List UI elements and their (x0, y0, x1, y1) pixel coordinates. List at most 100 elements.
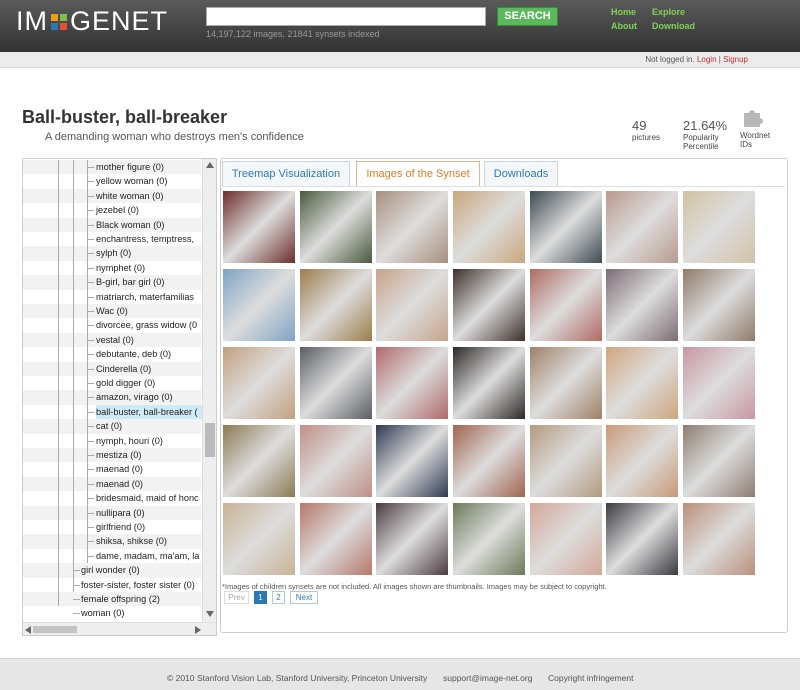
synset-image-thumbnail[interactable] (376, 425, 448, 497)
synset-image-thumbnail[interactable] (376, 269, 448, 341)
synset-image-thumbnail[interactable] (683, 425, 755, 497)
synset-image-thumbnail[interactable] (453, 347, 525, 419)
tree-item[interactable]: sylph (0) (96, 246, 131, 260)
tree-item[interactable]: foster-sister, foster sister (0) (81, 578, 195, 592)
synset-image-thumbnail[interactable] (376, 191, 448, 263)
page-1-button[interactable]: 1 (254, 591, 267, 604)
tree-item[interactable]: vestal (0) (96, 333, 134, 347)
tree-item[interactable]: amazon, virago (0) (96, 390, 173, 404)
tree-item[interactable]: nullipara (0) (96, 506, 145, 520)
footer-email-link[interactable]: support@image-net.org (443, 673, 532, 683)
nav-about-link[interactable]: About (611, 19, 637, 33)
footer-copyright-infringement-link[interactable]: Copyright infringement (548, 673, 634, 683)
tab-downloads[interactable]: Downloads (484, 161, 558, 187)
synset-image-thumbnail[interactable] (606, 347, 678, 419)
tree-item[interactable]: girl wonder (0) (81, 563, 140, 577)
tree-item[interactable]: nymphet (0) (96, 261, 145, 275)
synset-image-thumbnail[interactable] (300, 269, 372, 341)
logo-square (60, 22, 67, 30)
tree-item[interactable]: maenad (0) (96, 477, 143, 491)
synset-image-thumbnail[interactable] (683, 269, 755, 341)
tree-item[interactable]: girlfriend (0) (96, 520, 145, 534)
tree-item[interactable]: Wac (0) (96, 304, 128, 318)
tree-vertical-scrollbar[interactable] (202, 159, 216, 622)
tree-item[interactable]: ball-buster, ball-breaker ( (96, 404, 206, 420)
synset-image-thumbnail[interactable] (530, 503, 602, 575)
synset-tree[interactable]: mother figure (0) yellow woman (0) white w… (22, 158, 217, 636)
tree-hscroll-thumb[interactable] (33, 626, 77, 633)
prev-page-button[interactable]: Prev (224, 591, 249, 604)
synset-image-thumbnail[interactable] (606, 425, 678, 497)
synset-image-thumbnail[interactable] (223, 191, 295, 263)
scroll-up-icon[interactable] (206, 162, 214, 168)
tree-horizontal-scrollbar[interactable] (23, 622, 216, 635)
signup-link[interactable]: Signup (723, 55, 748, 64)
tree-item[interactable]: Black woman (0) (96, 218, 164, 232)
synset-image-thumbnail[interactable] (300, 191, 372, 263)
imagenet-logo[interactable]: IM GENET (16, 6, 168, 37)
login-link[interactable]: Login (697, 55, 717, 64)
synset-image-thumbnail[interactable] (683, 503, 755, 575)
nav-home-link[interactable]: Home (611, 5, 637, 19)
tree-item[interactable]: maenad (0) (96, 462, 143, 476)
synset-image-thumbnail[interactable] (606, 191, 678, 263)
synset-image-thumbnail[interactable] (453, 503, 525, 575)
tree-item[interactable]: enchantress, temptress, (96, 232, 194, 246)
tree-item[interactable]: cat (0) (96, 419, 122, 433)
tab-images[interactable]: Images of the Synset (356, 161, 480, 187)
tree-item[interactable]: female offspring (2) (81, 592, 160, 606)
search-button[interactable]: SEARCH (497, 7, 558, 26)
synset-image-thumbnail[interactable] (453, 425, 525, 497)
synset-image-thumbnail[interactable] (683, 191, 755, 263)
synset-image-thumbnail[interactable] (223, 269, 295, 341)
tab-treemap[interactable]: Treemap Visualization (222, 161, 350, 187)
synset-image-thumbnail[interactable] (223, 425, 295, 497)
tree-scroll-thumb[interactable] (205, 423, 215, 457)
tree-item[interactable]: shiksa, shikse (0) (96, 534, 167, 548)
synset-image-thumbnail[interactable] (300, 425, 372, 497)
synset-image-thumbnail[interactable] (683, 347, 755, 419)
tree-item[interactable]: dame, madam, ma'am, la (96, 549, 199, 563)
synset-image-thumbnail[interactable] (376, 347, 448, 419)
synset-image-thumbnail[interactable] (530, 191, 602, 263)
tree-item[interactable]: yellow woman (0) (96, 174, 167, 188)
synset-image-thumbnail[interactable] (453, 191, 525, 263)
tree-item[interactable]: gold digger (0) (96, 376, 155, 390)
wordnet-stat[interactable]: Wordnet IDs (740, 131, 770, 149)
tree-item[interactable]: matriarch, materfamilias (96, 290, 194, 304)
scroll-right-icon[interactable] (195, 626, 201, 634)
synset-image-thumbnail[interactable] (606, 269, 678, 341)
synset-image-thumbnail[interactable] (530, 347, 602, 419)
tree-branch-line (73, 584, 80, 586)
nav-explore-link[interactable]: Explore (652, 5, 695, 19)
synset-image-thumbnail[interactable] (530, 269, 602, 341)
synset-image-thumbnail[interactable] (223, 347, 295, 419)
scroll-left-icon[interactable] (25, 626, 31, 634)
tree-item[interactable]: debutante, deb (0) (96, 347, 171, 361)
tree-item[interactable]: Cinderella (0) (96, 362, 151, 376)
tree-item[interactable]: divorcee, grass widow (0 (96, 318, 197, 332)
synset-image-thumbnail[interactable] (530, 425, 602, 497)
next-page-button[interactable]: Next (290, 591, 318, 604)
synset-image-thumbnail[interactable] (300, 347, 372, 419)
nav-download-link[interactable]: Download (652, 19, 695, 33)
popularity-stat: 21.64% Popularity Percentile (683, 118, 727, 151)
tree-item[interactable]: white woman (0) (96, 189, 163, 203)
tree-item[interactable]: jezebel (0) (96, 203, 139, 217)
synset-image-thumbnail[interactable] (376, 503, 448, 575)
tree-item[interactable]: B-girl, bar girl (0) (96, 275, 164, 289)
tree-item[interactable]: nymph, houri (0) (96, 434, 163, 448)
tree-item[interactable]: mother figure (0) (96, 160, 164, 174)
synset-image-thumbnail[interactable] (606, 503, 678, 575)
puzzle-icon[interactable] (742, 107, 764, 127)
page-2-button[interactable]: 2 (272, 591, 285, 604)
tree-branch-line (87, 296, 94, 298)
search-input[interactable] (206, 7, 486, 26)
tree-item[interactable]: mestiza (0) (96, 448, 141, 462)
scroll-down-icon[interactable] (206, 611, 214, 617)
synset-image-thumbnail[interactable] (453, 269, 525, 341)
synset-image-thumbnail[interactable] (300, 503, 372, 575)
synset-image-thumbnail[interactable] (223, 503, 295, 575)
tree-item[interactable]: woman (0) (81, 606, 124, 620)
tree-item[interactable]: bridesmaid, maid of honc (96, 491, 199, 505)
